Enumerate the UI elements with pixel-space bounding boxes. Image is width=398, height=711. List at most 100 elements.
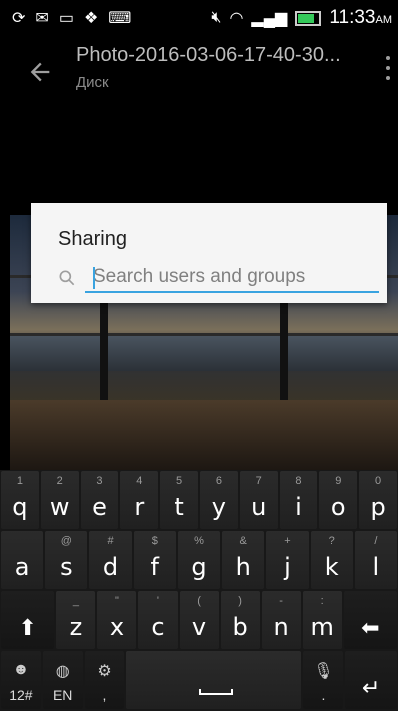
key-y[interactable]: 6y — [199, 471, 238, 529]
key-label: k — [324, 553, 339, 581]
key-label: n — [273, 613, 289, 641]
key-hint: : — [320, 595, 324, 607]
key-s[interactable]: @ s — [45, 531, 88, 589]
overflow-menu-icon[interactable] — [384, 56, 392, 80]
key-label: o — [330, 493, 346, 521]
search-icon — [59, 270, 75, 286]
key-hint: 3 — [96, 475, 103, 487]
microphone-icon: 🎙︎ — [313, 663, 334, 680]
wifi-icon: ◠ — [229, 10, 244, 27]
key-d[interactable]: # d — [89, 531, 132, 589]
key-label: g — [191, 553, 207, 581]
key-hint: $ — [151, 535, 158, 547]
key-u[interactable]: 7u — [239, 471, 278, 529]
key-x[interactable]: " x — [97, 591, 137, 649]
key-j[interactable]: + j — [266, 531, 309, 589]
app-bar: Photo-2016-03-06-17-40-30... Диск — [0, 36, 398, 106]
key-label: v — [191, 613, 207, 641]
status-bar: ⟳ ✉ ▭ ❖ ⌨ 🔇︎ ◠ ▂▄▆ 11:33AM — [0, 0, 398, 36]
key-hint: ( — [197, 595, 201, 607]
keyboard-icon: ⌨ — [108, 10, 132, 27]
keyboard-row-2: a @ s # d $ f% g & h + j? k / l — [0, 530, 398, 590]
key-p[interactable]: 0p — [359, 471, 397, 529]
city-skyline — [10, 335, 398, 371]
keyboard-row-3: ⬆ _ z " x ' c(v) b - n: m ⬅ — [0, 590, 398, 650]
key-hint: 6 — [215, 475, 222, 487]
key-label: r — [134, 493, 145, 521]
key-label: u — [251, 493, 267, 521]
key-label: b — [232, 613, 248, 641]
key-hint: 0 — [375, 475, 382, 487]
key-label: x — [109, 613, 125, 641]
file-title: Photo-2016-03-06-17-40-30... — [76, 44, 341, 66]
key-hint: 9 — [335, 475, 342, 487]
key-w[interactable]: 2w — [40, 471, 79, 529]
key-o[interactable]: 9o — [319, 471, 358, 529]
key-k[interactable]: ? k — [310, 531, 353, 589]
period-key[interactable]: 🎙︎ . — [303, 651, 344, 709]
key-z[interactable]: _ z — [56, 591, 96, 649]
shift-key[interactable]: ⬆ — [1, 591, 55, 649]
key-hint: 8 — [295, 475, 302, 487]
key-c[interactable]: ' c — [138, 591, 178, 649]
search-users-input[interactable] — [85, 263, 379, 293]
key-label: p — [370, 493, 386, 521]
key-f[interactable]: $ f — [133, 531, 176, 589]
file-location: Диск — [76, 74, 109, 91]
key-label: f — [150, 553, 159, 581]
key-label: l — [372, 553, 380, 581]
key-hint: / — [374, 535, 378, 547]
emoji-icon: ☻ — [12, 661, 30, 678]
key-hint: 1 — [16, 475, 23, 487]
key-label: i — [295, 493, 302, 521]
back-arrow-icon[interactable] — [26, 58, 54, 86]
key-m[interactable]: :m — [302, 591, 342, 649]
signal-icon: ▂▄▆ — [251, 10, 288, 27]
key-hint: - — [279, 595, 283, 607]
key-label: a — [14, 553, 30, 581]
key-i[interactable]: 8i — [279, 471, 318, 529]
key-hint: # — [107, 535, 114, 547]
key-l[interactable]: / l — [354, 531, 397, 589]
key-hint: 2 — [56, 475, 63, 487]
screen-icon: ▭ — [58, 10, 74, 27]
symbols-key[interactable]: ☻ 12# — [1, 651, 41, 709]
key-label: m — [310, 613, 334, 641]
key-label: e — [92, 493, 107, 521]
enter-key[interactable]: ↵ — [345, 651, 398, 709]
mute-icon: 🔇︎ — [211, 9, 222, 26]
key-q[interactable]: 1q — [1, 471, 39, 529]
text-cursor — [93, 267, 95, 289]
dialog-title: Sharing — [58, 228, 127, 250]
language-key[interactable]: ◍ EN — [42, 651, 83, 709]
key-label: d — [102, 553, 119, 581]
key-hint: ) — [238, 595, 242, 607]
key-label: s — [60, 553, 73, 581]
key-hint: + — [284, 535, 291, 547]
keyboard-row-4: ☻ 12# ◍ EN ⚙ , 🎙︎ . ↵ — [0, 650, 398, 710]
key-hint: " — [114, 595, 119, 607]
key-label: q — [12, 493, 28, 521]
comma-key[interactable]: ⚙ , — [84, 651, 125, 709]
globe-icon: ◍ — [55, 663, 70, 680]
key-g[interactable]: % g — [177, 531, 221, 589]
key-h[interactable]: & h — [222, 531, 265, 589]
space-icon — [198, 689, 233, 695]
key-r[interactable]: 4r — [120, 471, 159, 529]
dropbox-icon: ❖ — [83, 10, 99, 27]
key-hint: 4 — [136, 475, 143, 487]
key-label: j — [284, 553, 291, 581]
key-b[interactable]: ) b — [220, 591, 260, 649]
gmail-icon: ✉ — [35, 10, 49, 27]
key-hint: % — [194, 535, 204, 547]
key-v[interactable]: (v — [179, 591, 219, 649]
key-a[interactable]: a — [1, 531, 44, 589]
key-n[interactable]: -n — [261, 591, 301, 649]
space-bar[interactable] — [126, 651, 302, 709]
key-e[interactable]: 3e — [80, 471, 119, 529]
cafe-tables — [10, 400, 398, 470]
status-time: 11:33AM — [329, 7, 392, 28]
backspace-key[interactable]: ⬅ — [343, 591, 398, 649]
key-t[interactable]: 5t — [160, 471, 198, 529]
key-hint: 7 — [255, 475, 262, 487]
